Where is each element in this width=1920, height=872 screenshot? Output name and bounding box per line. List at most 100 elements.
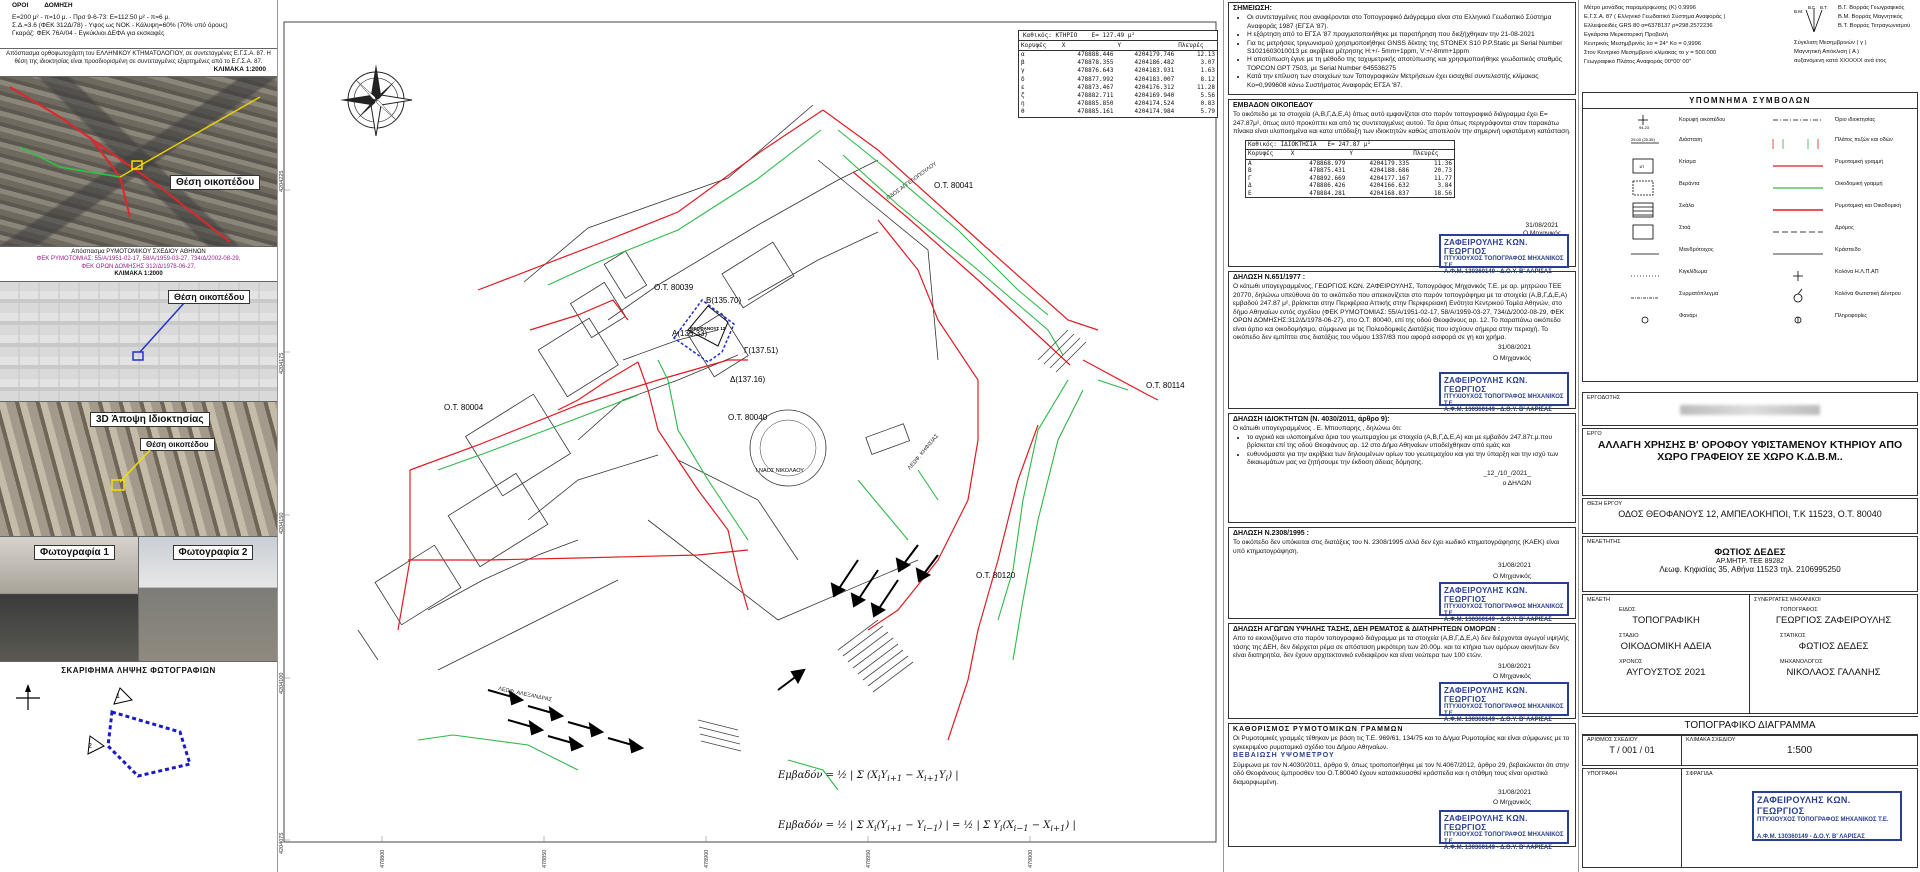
photo-1-label: Φωτογραφία 1	[34, 544, 115, 560]
spot-height-b: Β(135.70)	[706, 296, 741, 305]
declarations-column: ΣΗΜΕΙΩΣΗ: Οι συντεταγμένες που αναφέροντ…	[1226, 0, 1579, 872]
ypso-text: Σύμφωνα με τον Ν.4030/2011, άρθρο 9, όπω…	[1233, 761, 1569, 786]
width-icon	[1772, 139, 1819, 149]
decl-651-title: ΔΗΛΩΣΗ Ν.651/1977 :	[1233, 274, 1306, 282]
ortho-scale: ΚΛΙΜΑΚΑ 1:2000	[213, 66, 266, 73]
designer-registry: ΑΡ.ΜΗΤΡ. ΤΕΕ 89282	[1715, 558, 1785, 565]
church-label: Ι.ΝΑΟΣ ΝΙΚΟΛΑΟΥ	[756, 468, 804, 474]
decl-2308-date: 31/08/2021	[1497, 562, 1531, 570]
col-y: Y	[1115, 41, 1177, 51]
legend-label: Κορυφή οικοπέδου	[1679, 117, 1726, 123]
decl-owner-item: ευθυνόμαστε για την ακρίβεια των δηλουμέ…	[1247, 451, 1571, 468]
sketch-site-outline	[106, 709, 192, 778]
terms-line: Ε=200 μ² - π=10 μ. - Πρσ 9-6-73: Ε=112.5…	[12, 14, 170, 21]
col-side: Πλευρές	[1176, 41, 1217, 51]
legend-spot-value: 94.23	[1639, 125, 1650, 130]
remark-item: Οι συντεταγμένες που αναφέρονται στο Τοπ…	[1247, 14, 1571, 31]
declaration-2308-section: ΔΗΛΩΣΗ Ν.2308/1995 : Το οικόπεδο δεν υπό…	[1228, 527, 1576, 623]
table-cell: 3.84	[1437, 182, 1452, 189]
photo-1: Φωτογραφία 1	[0, 536, 139, 662]
table-row: ζ 478882.711 4204169.940 5.56	[1019, 92, 1217, 100]
property-table-area: E= 247.87 μ²	[1327, 140, 1371, 148]
remark-item: Η εξάρτηση από το ΕΓΣΑ '87 πραγματοποιήθ…	[1247, 31, 1571, 39]
legend-label: Κολόνα Η.Λ.Π.ΑΠ	[1835, 269, 1879, 275]
remarks-section: ΣΗΜΕΙΩΣΗ: Οι συντεταγμένες που αναφέροντ…	[1228, 2, 1576, 96]
rym-title: ΚΑΘΟΡΙΣΜΟΣ ΡΥΜΟΤΟΜΙΚΩΝ ΓΡΑΜΜΩΝ	[1233, 726, 1404, 734]
drawing-title: ΤΟΠΟΓΡΑΦΙΚΟ ΔΙΑΓΡΑΜΜΑ	[1684, 720, 1816, 731]
table-row: α 478888.446 4204179.746 12.13	[1019, 51, 1217, 60]
building-coordinates-table: Καθικός: ΚΤΗΡΙΟ E= 127.49 μ² Κορυφές X Y…	[1018, 30, 1218, 118]
table-cell: 12.13	[1196, 51, 1215, 58]
view3d-overlay	[111, 448, 151, 491]
sheet-number-box: ΑΡΙΘΜΟΣ ΣΧΕΔΙΟΥ Τ / 001 / 01	[1582, 734, 1682, 766]
spot-heights: Β(135.70) Α(135.33) Γ(137.51) Δ(137.16)	[672, 296, 779, 384]
property-table-header: Καθικός: ΙΔΙΟΚΤΗΣΙΑ E= 247.87 μ²	[1246, 140, 1454, 151]
photo-pair: Φωτογραφία 1 Φωτογραφία 2	[0, 535, 277, 662]
seal-box: ΣΦΡΑΓΙΔΑ ΖΑΦΕΙΡΟΥΛΗΣ ΚΩΝ. ΓΕΩΡΓΙΟΣ ΠΤΥΧΙ…	[1682, 768, 1918, 868]
table-row: Ε 478884.281 4204168.837 18.56	[1246, 190, 1454, 198]
table-cell: 3.07	[1200, 59, 1215, 67]
scale-label: ΚΛΙΜΑΚΑ ΣΧΕΔΙΟΥ	[1686, 737, 1736, 743]
lane-arrows	[487, 544, 939, 754]
projection-info: Μέτρο μονάδας παραμόρφωσης (Κ) 0.9996 Ε.…	[1580, 0, 1920, 92]
block-label-80041: Ο.Τ. 80041	[934, 181, 974, 190]
property-coordinates-table: Καθικός: ΙΔΙΟΚΤΗΣΙΑ E= 247.87 μ² Κορυφές…	[1245, 139, 1455, 198]
north-line: Β.Μ. Βορράς Μαγνητικός	[1838, 14, 1903, 20]
table-cell: 4204168.837	[1369, 189, 1410, 197]
sketch-title: ΣΚΑΡΙΦΗΜΑ ΛΗΨΗΣ ΦΩΤΟΓΡΑΦΙΩΝ	[61, 665, 216, 675]
legend-label: Όριο ιδιοκτησίας	[1835, 117, 1876, 123]
decl-2308-engineer: Ο Μηχανικός	[1492, 572, 1531, 580]
remark-item: Η αποτύπωση έγινε με τη μέθοδο της ταχυμ…	[1247, 56, 1571, 73]
legend-label: Κτίσμα	[1679, 159, 1696, 165]
seal-label: ΣΦΡΑΓΙΔΑ	[1686, 771, 1713, 777]
view-3d-photo: 3D Άποψη Ιδιοκτησίας Θέση οικοπέδου	[0, 400, 277, 536]
arcade-icon	[1632, 224, 1654, 240]
study-grid: ΜΕΛΕΤΗ ΕΙΔΟΣ ΤΟΠΟΓΡΑΦΙΚΗ ΣΤΑΔΙΟ ΟΙΚΟΔΟΜΙ…	[1582, 594, 1918, 714]
area-formula-1: Εμβαδόν = ½ | Σ (XiYi+1 − Xi+1Yi) |	[778, 770, 959, 783]
meta-line: Μέτρο μονάδας παραμόρφωσης (Κ) 0.9996	[1584, 5, 1696, 11]
property-table-body: Α 478868.979 4204179.335 11.36 Β 478875.431 42…	[1246, 159, 1454, 197]
building-table-area: E= 127.49 μ²	[1091, 32, 1135, 39]
table-cell: 0.83	[1200, 100, 1215, 108]
table-cell: 4204169.940	[1134, 92, 1175, 100]
date-value: ΑΥΓΟΥΣΤΟΣ 2021	[1626, 667, 1706, 678]
date-label: ΧΡΟΝΟΣ	[1619, 659, 1643, 665]
table-row: γ 478876.643 4204183.931 1.63	[1019, 67, 1217, 75]
designer-box: ΜΕΛΕΤΗΤΗΣ ΦΩΤΙΟΣ ΔΕΔΕΣ ΑΡ.ΜΗΤΡ. ΤΕΕ 8928…	[1582, 536, 1918, 592]
table-cell: ε	[1021, 83, 1025, 91]
title-block: Μέτρο μονάδας παραμόρφωσης (Κ) 0.9996 Ε.…	[1580, 0, 1920, 872]
surveyor-label: ΤΟΠΟΓΡΑΦΟΣ	[1780, 607, 1818, 613]
legend-label: Πλάτος πεζών και οδών	[1835, 137, 1893, 143]
designer-address: Λεωφ. Κηφισίας 35, Αθήνα 11523 τηλ. 2106…	[1659, 565, 1841, 574]
y-tick: 4204150	[279, 513, 285, 534]
location-label: ΘΕΣΗ ΕΡΓΟΥ	[1587, 501, 1622, 507]
legend-label: Οικοδομική γραμμή	[1835, 181, 1883, 187]
power-pole-icon	[1793, 271, 1803, 281]
block-label-80004: Ο.Τ. 80004	[444, 403, 484, 412]
collaborators-label: ΣΥΝΕΡΓΑΤΕΣ ΜΗΧΑΝΙΚΟΙ	[1754, 597, 1821, 603]
table-cell: Ε	[1248, 189, 1252, 197]
stamp-name: ΖΑΦΕΙΡΟΥΛΗΣ ΚΩΝ. ΓΕΩΡΓΙΟΣ	[1444, 814, 1528, 833]
study-label: ΜΕΛΕΤΗ	[1587, 597, 1610, 603]
building-label: ΔΟΜΗΣΗ	[44, 2, 73, 9]
rym-engineer: Ο Μηχανικός	[1492, 799, 1531, 807]
building-table-body: α 478888.446 4204179.746 12.13 β 478878.355 42…	[1019, 51, 1217, 117]
structural-value: ΦΩΤΙΟΣ ΔΕΔΕΣ	[1798, 641, 1869, 652]
block-labels: Ο.Τ. 80041 Ο.Τ. 80039 Ο.Τ. 80004 Ο.Τ. 80…	[444, 181, 1185, 580]
decl-owner-title: ΔΗΛΩΣΗ ΙΔΙΟΚΤΗΤΩΝ (Ν. 4030/2011, άρθρο 9…	[1233, 416, 1390, 424]
decl-flow-date: 31/08/2021	[1497, 662, 1531, 670]
topographic-drawing: 4204225 4204175 4204150 4204100 4204075 …	[278, 0, 1224, 872]
property-table-title: Καθικός: ΙΔΙΟΚΤΗΣΙΑ	[1248, 140, 1317, 148]
surveyor-value: ΓΕΩΡΓΙΟΣ ΖΑΦΕΙΡΟΥΛΗΣ	[1775, 615, 1892, 626]
ortho-photo: Θέση οικοπέδου	[0, 75, 277, 246]
decl-2308-text: Το οικόπεδο δεν υπόκειται στις διατάξεις…	[1233, 539, 1560, 555]
table-cell: 11.36	[1433, 159, 1452, 167]
table-row: η 478885.850 4204174.524 0.83	[1019, 100, 1217, 108]
remarks-title: ΣΗΜΕΙΩΣΗ:	[1233, 5, 1272, 12]
legend-label: Ρυμοτομική και Οικοδομική	[1835, 203, 1901, 209]
y-tick: 4204175	[279, 353, 285, 374]
table-cell: 478875.431	[1309, 167, 1346, 174]
table-cell: 4204177.167	[1369, 174, 1410, 182]
legend-label: Πληροφορίες	[1835, 313, 1868, 319]
compass-rose-icon	[340, 64, 413, 137]
